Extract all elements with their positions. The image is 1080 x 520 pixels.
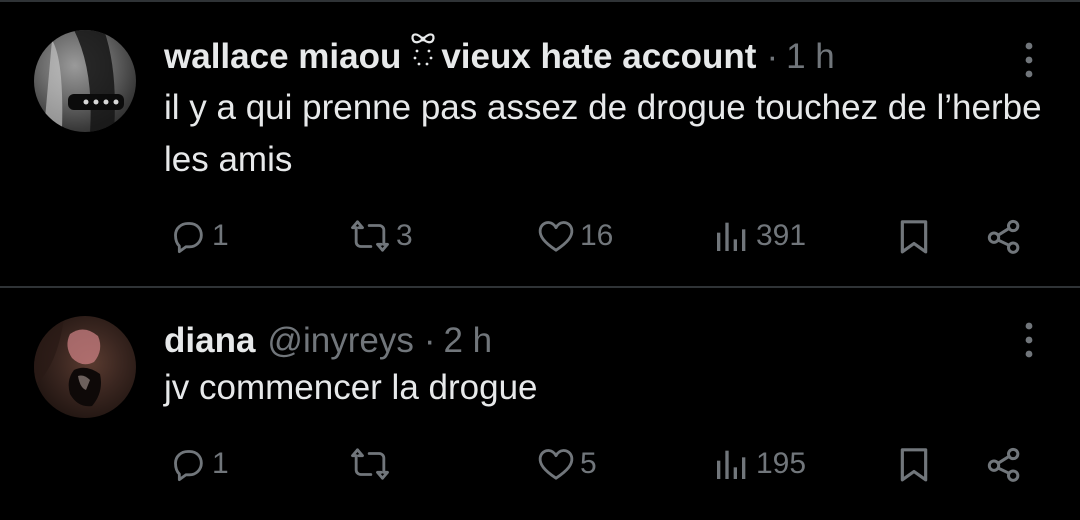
share-button[interactable]: [982, 442, 1026, 486]
separator-dot: ·: [766, 37, 779, 76]
reply-button[interactable]: 1: [168, 214, 229, 258]
views-button[interactable]: 391: [712, 214, 806, 258]
more-vertical-icon[interactable]: [1024, 320, 1034, 360]
user-handle[interactable]: @inyreys: [267, 321, 413, 361]
views-icon: [717, 222, 746, 251]
avatar-image: [34, 316, 101, 407]
heart-icon: [538, 449, 574, 480]
bookmark-icon: [900, 448, 928, 482]
retweet-icon: [351, 220, 389, 252]
display-name[interactable]: diana: [164, 321, 255, 361]
views-button[interactable]: 195: [712, 442, 806, 486]
action-bar: 1 3 16 391: [164, 214, 1044, 258]
retweet-button[interactable]: [348, 442, 396, 486]
bookmark-icon: [900, 220, 928, 254]
display-name[interactable]: wallace miaou: [164, 37, 401, 77]
retweet-button[interactable]: 3: [348, 214, 413, 258]
tweet-card[interactable]: diana @inyreys · 2 h jv commencer la dro…: [0, 290, 1080, 520]
avatar-image: [44, 30, 124, 132]
like-count: 16: [580, 219, 614, 252]
display-name-suffix[interactable]: vieux hate account: [441, 37, 756, 77]
share-button[interactable]: [982, 214, 1026, 258]
tweet-text: jv commencer la drogue: [164, 368, 538, 407]
reply-icon: [174, 222, 203, 254]
reply-icon: [174, 450, 203, 482]
retweet-count: 3: [396, 219, 413, 252]
ribbon-bow-emoji-icon: [409, 29, 437, 73]
more-vertical-icon[interactable]: [1024, 40, 1034, 80]
reply-button[interactable]: 1: [168, 442, 229, 486]
tweet-divider: [0, 286, 1080, 288]
bookmark-button[interactable]: [894, 442, 934, 486]
avatar[interactable]: [34, 316, 136, 418]
avatar[interactable]: [34, 30, 136, 132]
view-count: 391: [756, 219, 807, 252]
tweet-card[interactable]: wallace miaou vieux hate account · 1 h i…: [0, 2, 1080, 286]
reply-count: 1: [212, 447, 229, 480]
like-button[interactable]: 16: [536, 214, 613, 258]
bookmark-button[interactable]: [894, 214, 934, 258]
separator-dot: ·: [423, 321, 436, 360]
tweet-text: il y a qui prenne pas assez de drogue to…: [164, 88, 1042, 179]
retweet-icon: [351, 448, 389, 480]
share-icon: [987, 219, 1020, 254]
like-count: 5: [580, 447, 597, 480]
reply-count: 1: [212, 219, 229, 252]
views-icon: [717, 450, 746, 479]
tweet-header: wallace miaou vieux hate account · 1 h: [164, 32, 835, 82]
tweet-header: diana @inyreys · 2 h: [164, 316, 492, 366]
share-icon: [987, 447, 1020, 482]
action-bar: 1 5 195: [164, 442, 1044, 486]
timestamp[interactable]: 1 h: [786, 37, 835, 77]
view-count: 195: [756, 447, 807, 480]
heart-icon: [538, 221, 574, 252]
like-button[interactable]: 5: [536, 442, 597, 486]
timestamp[interactable]: 2 h: [443, 321, 492, 361]
